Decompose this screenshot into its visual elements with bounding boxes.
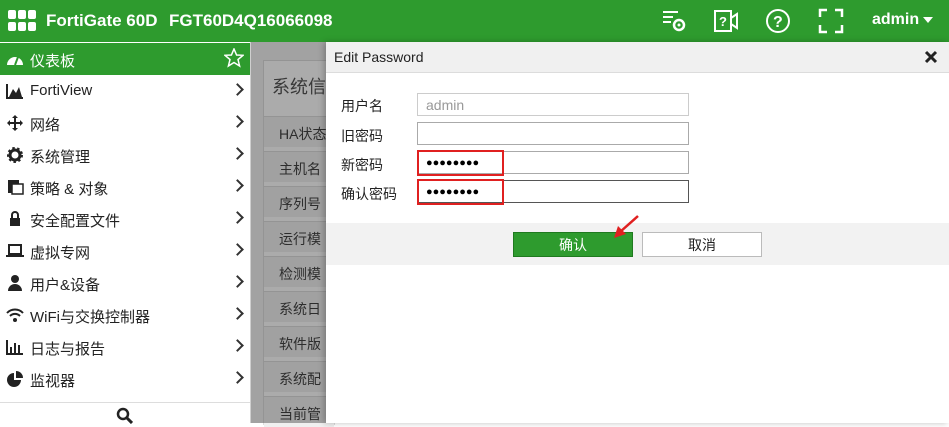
chevron-right-icon [231, 83, 244, 96]
sidebar-item-label: 网络 [30, 117, 61, 134]
username-label: 用户名 [341, 98, 383, 114]
chevron-right-icon [231, 339, 244, 352]
dialog-header: Edit Password [326, 42, 949, 73]
sidebar-search[interactable] [0, 402, 250, 424]
fortinet-logo-icon [8, 10, 36, 32]
chevron-right-icon [231, 371, 244, 384]
sidebar-item-label: WiFi与交换控制器 [30, 309, 150, 326]
sidebar-item-security-profiles[interactable]: 安全配置文件 [0, 203, 250, 235]
policy-icon [8, 180, 24, 195]
user-name: admin [872, 11, 920, 28]
sidebar-item-monitor[interactable]: 监视器 [0, 363, 250, 395]
user-menu[interactable]: admin [872, 11, 934, 29]
fullscreen-video-icon[interactable]: ? [713, 8, 739, 34]
move-arrows-icon [7, 115, 23, 131]
sidebar-item-network[interactable]: 网络 [0, 107, 250, 139]
svg-text:?: ? [773, 14, 783, 31]
bar-chart-icon [6, 340, 23, 355]
sidebar: 仪表板 FortiView 网络 系统管理 策略 & 对象 安全配置文件 虚拟专… [0, 42, 251, 424]
sidebar-item-label: 虚拟专网 [30, 245, 91, 262]
sidebar-item-label: 仪表板 [30, 53, 76, 70]
new-password-highlight [417, 150, 504, 176]
caret-down-icon [923, 16, 934, 23]
old-password-field[interactable] [417, 122, 689, 145]
cli-console-icon[interactable] [661, 8, 687, 34]
user-icon [8, 275, 22, 291]
sidebar-item-label: FortiView [30, 82, 93, 99]
sidebar-item-wifi-switch[interactable]: WiFi与交换控制器 [0, 299, 250, 331]
sidebar-item-fortiview[interactable]: FortiView [0, 75, 250, 107]
sidebar-item-label: 监视器 [30, 373, 76, 390]
sidebar-item-label: 系统管理 [30, 149, 91, 166]
sidebar-item-label: 策略 & 对象 [30, 181, 109, 198]
sidebar-item-dashboard[interactable]: 仪表板 [0, 43, 250, 75]
sidebar-item-label: 日志与报告 [30, 341, 106, 358]
close-icon[interactable] [924, 50, 938, 64]
product-name: FortiGate 60D [46, 11, 158, 30]
chevron-right-icon [231, 307, 244, 320]
username-field [417, 93, 689, 116]
chevron-right-icon [231, 275, 244, 288]
chevron-right-icon [231, 211, 244, 224]
dialog-title: Edit Password [334, 49, 424, 65]
favorite-star-icon[interactable] [224, 48, 244, 68]
sidebar-item-label: 用户&设备 [30, 277, 101, 294]
confirm-password-highlight [417, 179, 504, 205]
chevron-right-icon [231, 115, 244, 128]
sidebar-item-user-device[interactable]: 用户&设备 [0, 267, 250, 299]
laptop-icon [6, 244, 24, 257]
lock-icon [10, 211, 20, 226]
confirm-password-label: 确认密码 [341, 186, 397, 202]
sidebar-item-system[interactable]: 系统管理 [0, 139, 250, 171]
pie-chart-icon [7, 371, 23, 387]
sidebar-item-vpn[interactable]: 虚拟专网 [0, 235, 250, 267]
wifi-icon [6, 308, 24, 322]
top-bar: FortiGate 60D FGT60D4Q16066098 ? ? admin [0, 0, 949, 42]
sidebar-item-policy-objects[interactable]: 策略 & 对象 [0, 171, 250, 203]
chevron-right-icon [231, 243, 244, 256]
sidebar-item-log-report[interactable]: 日志与报告 [0, 331, 250, 363]
chevron-right-icon [231, 147, 244, 160]
device-serial: FGT60D4Q16066098 [169, 11, 333, 30]
sidebar-item-label: 安全配置文件 [30, 213, 121, 230]
annotation-arrow-icon [614, 215, 639, 238]
expand-icon[interactable] [818, 8, 844, 34]
dashboard-icon [7, 56, 23, 66]
chevron-right-icon [231, 179, 244, 192]
new-password-label: 新密码 [341, 157, 383, 173]
help-icon[interactable]: ? [765, 8, 791, 34]
search-icon[interactable] [116, 407, 133, 424]
cancel-button[interactable]: 取消 [642, 232, 762, 257]
gear-icon [7, 147, 23, 163]
svg-text:?: ? [719, 14, 727, 29]
old-password-label: 旧密码 [341, 128, 383, 144]
chart-icon [6, 84, 23, 99]
modal-overlay[interactable] [251, 42, 329, 423]
